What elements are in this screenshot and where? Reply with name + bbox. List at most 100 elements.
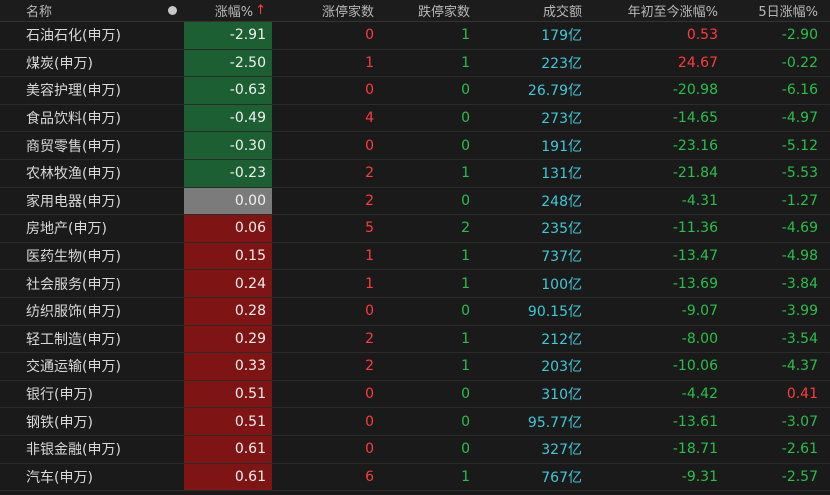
turnover-value: 235亿 (541, 221, 582, 238)
change-pct-value: 0.61 (234, 441, 266, 458)
change-pct-value: 0.51 (234, 413, 266, 430)
sector-name: 商贸零售(申万) (26, 138, 121, 155)
sector-name: 石油石化(申万) (26, 28, 121, 45)
table-row[interactable]: 纺织服饰(申万) 0.28 0 0 90.15亿 -9.07 -3.99 (0, 297, 830, 326)
table-row[interactable]: 非银金融(申万) 0.61 0 0 327亿 -18.71 -2.61 (0, 435, 830, 464)
sector-name: 纺织服饰(申万) (26, 304, 121, 321)
table-row[interactable]: 石油石化(申万) -2.91 0 1 179亿 0.53 -2.90 (0, 22, 830, 50)
limit-up-count: 2 (365, 330, 374, 347)
table-header: 名称 涨幅% ↑ 涨停家数 跌停家数 成交额 年初至今涨幅% 5日涨幅% (0, 0, 830, 22)
ytd-change-value: 24.67 (677, 54, 718, 71)
five-day-change-value: -5.53 (781, 165, 818, 182)
sector-name: 农林牧渔(申万) (26, 166, 121, 183)
column-header-change[interactable]: 涨幅% ↑ (184, 0, 272, 21)
ytd-change-value: -20.98 (672, 82, 718, 99)
turnover-value: 223亿 (541, 55, 582, 72)
change-pct-value: 0.29 (234, 330, 266, 347)
ytd-change-value: -9.07 (681, 303, 718, 320)
limit-down-count: 0 (461, 413, 470, 430)
sector-name: 医药生物(申万) (26, 249, 121, 266)
limit-up-count: 1 (365, 275, 374, 292)
limit-up-count: 2 (365, 358, 374, 375)
turnover-value: 131亿 (541, 166, 582, 183)
turnover-value: 310亿 (541, 387, 582, 404)
five-day-change-value: -3.54 (781, 330, 818, 347)
turnover-value: 90.15亿 (527, 304, 582, 321)
column-header-ytd[interactable]: 年初至今涨幅% (584, 0, 720, 21)
sector-name: 交通运输(申万) (26, 359, 121, 376)
limit-up-count: 0 (365, 386, 374, 403)
limit-down-count: 0 (461, 386, 470, 403)
dot-icon (167, 6, 177, 15)
turnover-value: 212亿 (541, 331, 582, 348)
limit-up-count: 0 (365, 441, 374, 458)
table-row[interactable]: 美容护理(申万) -0.63 0 0 26.79亿 -20.98 -6.16 (0, 77, 830, 105)
sector-name: 银行(申万) (26, 387, 93, 404)
turnover-value: 203亿 (541, 359, 582, 376)
limit-down-count: 0 (461, 303, 470, 320)
table-row[interactable]: 钢铁(申万) 0.51 0 0 95.77亿 -13.61 -3.07 (0, 408, 830, 436)
limit-up-count: 0 (365, 82, 374, 99)
five-day-change-value: -6.16 (781, 82, 818, 99)
sector-name: 煤炭(申万) (26, 55, 93, 72)
sector-name: 轻工制造(申万) (26, 331, 121, 348)
limit-up-count: 0 (365, 137, 374, 154)
table-row[interactable]: 煤炭(申万) -2.50 1 1 223亿 24.67 -0.22 (0, 49, 830, 78)
column-header-name[interactable]: 名称 (0, 0, 160, 21)
ytd-change-value: -14.65 (672, 110, 718, 127)
table-row[interactable]: 家用电器(申万) 0.00 2 0 248亿 -4.31 -1.27 (0, 187, 830, 216)
table-row[interactable]: 农林牧渔(申万) -0.23 2 1 131亿 -21.84 -5.53 (0, 159, 830, 188)
column-header-five-day[interactable]: 5日涨幅% (720, 0, 824, 21)
table-row[interactable]: 交通运输(申万) 0.33 2 1 203亿 -10.06 -4.37 (0, 353, 830, 381)
limit-down-count: 1 (461, 248, 470, 265)
table-row[interactable]: 医药生物(申万) 0.15 1 1 737亿 -13.47 -4.98 (0, 242, 830, 271)
ytd-change-value: -21.84 (672, 165, 718, 182)
sector-name: 食品饮料(申万) (26, 111, 121, 128)
five-day-change-value: -3.84 (781, 275, 818, 292)
limit-down-count: 0 (461, 110, 470, 127)
change-pct-value: 0.06 (234, 220, 266, 237)
table-row[interactable]: 轻工制造(申万) 0.29 2 1 212亿 -8.00 -3.54 (0, 325, 830, 354)
five-day-change-value: -3.99 (781, 303, 818, 320)
table-row[interactable]: 汽车(申万) 0.61 6 1 767亿 -9.31 -2.57 (0, 463, 830, 492)
limit-down-count: 1 (461, 275, 470, 292)
turnover-value: 95.77亿 (527, 414, 582, 431)
five-day-change-value: -4.69 (781, 220, 818, 237)
table-row[interactable]: 商贸零售(申万) -0.30 0 0 191亿 -23.16 -5.12 (0, 132, 830, 160)
change-pct-value: 0.61 (234, 468, 266, 485)
table-row[interactable]: 食品饮料(申万) -0.49 4 0 273亿 -14.65 -4.97 (0, 104, 830, 133)
sector-name: 社会服务(申万) (26, 276, 121, 293)
limit-down-count: 1 (461, 54, 470, 71)
column-header-limit-up[interactable]: 涨停家数 (272, 0, 380, 21)
limit-down-count: 0 (461, 441, 470, 458)
change-pct-value: 0.51 (234, 386, 266, 403)
limit-up-count: 2 (365, 192, 374, 209)
change-pct-value: 0.28 (234, 303, 266, 320)
limit-up-count: 1 (365, 54, 374, 71)
change-pct-value: -0.49 (229, 110, 266, 127)
limit-down-count: 0 (461, 82, 470, 99)
five-day-change-value: -2.57 (781, 468, 818, 485)
turnover-value: 327亿 (541, 442, 582, 459)
sort-ascending-arrow-icon: ↑ (255, 3, 266, 18)
column-header-limit-down[interactable]: 跌停家数 (380, 0, 474, 21)
turnover-value: 767亿 (541, 469, 582, 486)
change-pct-value: 0.33 (234, 358, 266, 375)
ytd-change-value: -4.31 (681, 192, 718, 209)
change-pct-value: -0.30 (229, 137, 266, 154)
limit-down-count: 0 (461, 137, 470, 154)
limit-up-count: 0 (365, 413, 374, 430)
limit-up-count: 0 (365, 303, 374, 320)
table-row[interactable]: 社会服务(申万) 0.24 1 1 100亿 -13.69 -3.84 (0, 270, 830, 298)
turnover-value: 248亿 (541, 193, 582, 210)
column-settings-dot-icon[interactable] (160, 0, 184, 21)
turnover-value: 191亿 (541, 138, 582, 155)
table-row[interactable]: 银行(申万) 0.51 0 0 310亿 -4.42 0.41 (0, 380, 830, 409)
ytd-change-value: -4.42 (681, 386, 718, 403)
ytd-change-value: -8.00 (681, 330, 718, 347)
change-pct-value: 0.15 (234, 248, 266, 265)
limit-up-count: 4 (365, 110, 374, 127)
column-header-turnover[interactable]: 成交额 (474, 0, 584, 21)
five-day-change-value: -4.98 (781, 248, 818, 265)
table-row[interactable]: 房地产(申万) 0.06 5 2 235亿 -11.36 -4.69 (0, 215, 830, 243)
